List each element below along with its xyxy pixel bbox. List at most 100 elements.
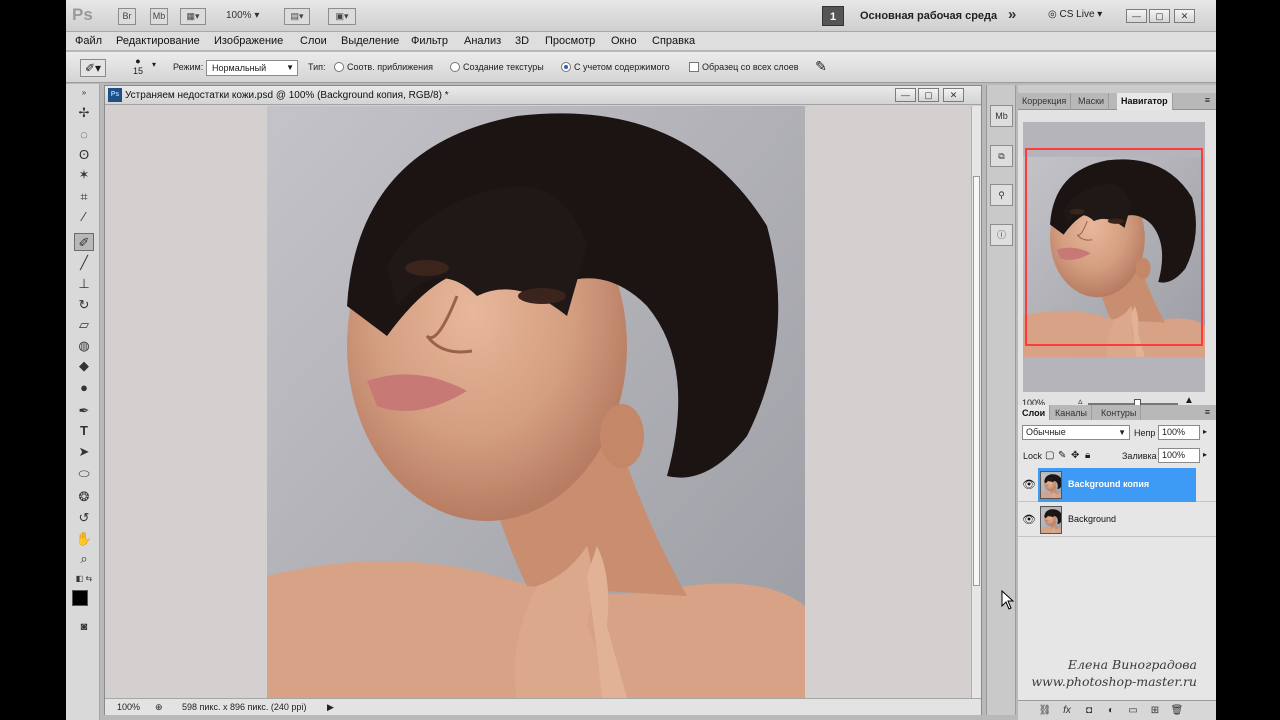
new-layer-icon[interactable]: ⊞ bbox=[1148, 704, 1162, 718]
layer-row-background[interactable]: 👁︎ Background bbox=[1018, 503, 1216, 537]
menu-help[interactable]: Справка bbox=[652, 35, 695, 47]
type-option-proximity[interactable]: Соотв. приближения bbox=[347, 62, 433, 72]
lock-position-icon[interactable]: ✥ bbox=[1071, 450, 1079, 461]
link-layers-icon[interactable]: ⛓ bbox=[1038, 704, 1052, 718]
doc-close-button[interactable]: ✕ bbox=[943, 88, 964, 102]
healing-brush-tool-icon[interactable]: ✐ bbox=[74, 233, 94, 251]
blend-mode-select[interactable]: Обычные ▼ bbox=[1022, 425, 1130, 440]
navigator-preview[interactable] bbox=[1023, 122, 1205, 392]
canvas-area[interactable] bbox=[105, 106, 971, 698]
blur-tool-icon[interactable]: ◆ bbox=[74, 357, 94, 375]
menu-layers[interactable]: Слои bbox=[300, 35, 327, 47]
move-tool-icon[interactable]: ✢ bbox=[74, 104, 94, 122]
type-radio-texture[interactable] bbox=[450, 62, 460, 72]
history-panel-icon[interactable]: ⧉ bbox=[990, 145, 1013, 167]
pressure-size-icon[interactable]: ✎ bbox=[812, 58, 830, 76]
lock-all-icon[interactable]: 🔒︎ bbox=[1085, 450, 1090, 461]
history-brush-tool-icon[interactable]: ↻ bbox=[74, 296, 94, 314]
type-radio-content-aware[interactable] bbox=[561, 62, 571, 72]
chevron-more-icon[interactable]: » bbox=[1008, 6, 1016, 23]
info-panel-icon[interactable]: ⓘ bbox=[990, 224, 1013, 246]
eyedropper-tool-icon[interactable]: ⁄ bbox=[74, 208, 94, 226]
menu-select[interactable]: Выделение bbox=[341, 35, 399, 47]
path-selection-tool-icon[interactable]: ➤ bbox=[74, 443, 94, 461]
eye-icon[interactable]: 👁︎ bbox=[1022, 478, 1036, 492]
arrange-documents-button[interactable]: ▤▾ bbox=[284, 8, 310, 25]
minibridge-button[interactable]: Mb bbox=[150, 8, 168, 25]
lock-pixels-icon[interactable]: ✎ bbox=[1058, 450, 1066, 461]
menu-analysis[interactable]: Анализ bbox=[464, 35, 501, 47]
dodge-tool-icon[interactable]: ● bbox=[74, 379, 94, 397]
menu-view[interactable]: Просмотр bbox=[545, 35, 595, 47]
pen-tool-icon[interactable]: ✒ bbox=[74, 402, 94, 420]
fill-field[interactable]: 100% bbox=[1158, 448, 1200, 463]
new-group-icon[interactable]: ▭ bbox=[1126, 704, 1140, 718]
brush-tool-icon[interactable]: ╱ bbox=[74, 254, 94, 272]
opacity-arrow-icon[interactable]: ▸ bbox=[1203, 427, 1207, 436]
adjustment-layer-icon[interactable]: ◐ bbox=[1104, 704, 1118, 718]
workspace-name[interactable]: Основная рабочая среда bbox=[860, 10, 997, 22]
ellipse-tool-icon[interactable]: ⬭ bbox=[74, 465, 94, 483]
hand-tool-icon[interactable]: ✋ bbox=[74, 530, 94, 548]
doc-minimize-button[interactable]: — bbox=[895, 88, 916, 102]
foreground-color-swatch[interactable] bbox=[72, 590, 88, 606]
tab-masks[interactable]: Маски bbox=[1074, 93, 1110, 110]
zoom-level-dropdown[interactable]: 100% ▾ bbox=[226, 10, 259, 21]
clone-stamp-tool-icon[interactable]: ⊥ bbox=[74, 275, 94, 293]
menu-edit[interactable]: Редактирование bbox=[116, 35, 200, 47]
opacity-field[interactable]: 100% bbox=[1158, 425, 1200, 440]
3d-orbit-tool-icon[interactable]: ↺ bbox=[74, 509, 94, 527]
cs-live-button[interactable]: ◎ CS Live ▾ bbox=[1048, 9, 1102, 20]
fx-icon[interactable]: fx bbox=[1060, 704, 1074, 718]
status-zoom[interactable]: 100% bbox=[117, 702, 140, 712]
extras-menu-button[interactable]: ▦▾ bbox=[180, 8, 206, 25]
actions-panel-icon[interactable]: ⚲ bbox=[990, 184, 1013, 206]
close-button[interactable]: ✕ bbox=[1174, 9, 1195, 23]
screen-mode-button[interactable]: ▣▾ bbox=[328, 8, 356, 25]
sample-all-layers-label[interactable]: Образец со всех слоев bbox=[702, 62, 799, 72]
layer-row-background-copy[interactable]: 👁︎ Background копия bbox=[1018, 468, 1216, 502]
lock-transparent-icon[interactable]: ▢ bbox=[1045, 450, 1054, 461]
eraser-tool-icon[interactable]: ▱ bbox=[74, 316, 94, 334]
toolbox-collapse-icon[interactable]: » bbox=[74, 84, 94, 102]
tab-corrections[interactable]: Коррекция bbox=[1018, 93, 1072, 110]
fill-arrow-icon[interactable]: ▸ bbox=[1203, 450, 1207, 459]
navigator-view-box[interactable] bbox=[1025, 148, 1203, 346]
paint-bucket-tool-icon[interactable]: ◍ bbox=[74, 337, 94, 355]
lasso-tool-icon[interactable]: ʘ bbox=[74, 146, 94, 164]
vertical-scrollbar[interactable] bbox=[971, 106, 981, 698]
mode-select[interactable]: Нормальный ▼ bbox=[206, 60, 298, 76]
brush-picker[interactable]: ● 15 bbox=[132, 56, 144, 76]
minibridge-panel-icon[interactable]: Mb bbox=[990, 105, 1013, 127]
layers-menu-icon[interactable]: ≡ bbox=[1205, 407, 1210, 417]
document-tab[interactable]: Ps Устраняем недостатки кожи.psd @ 100% … bbox=[105, 86, 981, 105]
menu-file[interactable]: Файл bbox=[75, 35, 102, 47]
menu-filter[interactable]: Фильтр bbox=[411, 35, 448, 47]
minimize-button[interactable]: — bbox=[1126, 9, 1147, 23]
bridge-button[interactable]: Br bbox=[118, 8, 136, 25]
quick-mask-icon[interactable]: ◙ bbox=[74, 618, 94, 636]
marquee-tool-icon[interactable]: ◌ bbox=[74, 126, 94, 144]
type-option-texture[interactable]: Создание текстуры bbox=[463, 62, 544, 72]
scrollbar-thumb[interactable] bbox=[973, 176, 980, 586]
type-radio-proximity[interactable] bbox=[334, 62, 344, 72]
menu-3d[interactable]: 3D bbox=[515, 35, 529, 47]
magic-wand-tool-icon[interactable]: ✶ bbox=[74, 166, 94, 184]
panel-menu-icon[interactable]: ≡ bbox=[1205, 95, 1210, 105]
photo-canvas[interactable] bbox=[267, 106, 805, 698]
3d-rotate-tool-icon[interactable]: ❂ bbox=[74, 488, 94, 506]
swap-colors-icon[interactable]: ◧ ⇆ bbox=[74, 570, 94, 588]
maximize-button[interactable]: ▢ bbox=[1149, 9, 1170, 23]
tab-navigator[interactable]: Навигатор bbox=[1117, 93, 1173, 110]
doc-maximize-button[interactable]: ▢ bbox=[918, 88, 939, 102]
delete-layer-icon[interactable]: 🗑︎ bbox=[1170, 704, 1184, 718]
type-option-content-aware[interactable]: С учетом содержимого bbox=[574, 62, 670, 72]
tool-preset-picker[interactable]: ✐▾ bbox=[80, 59, 106, 77]
menu-window[interactable]: Окно bbox=[611, 35, 637, 47]
status-menu-arrow-icon[interactable]: ▶ bbox=[327, 702, 334, 713]
add-mask-icon[interactable]: ◘ bbox=[1082, 704, 1096, 718]
brush-dropdown-icon[interactable]: ▾ bbox=[152, 60, 156, 69]
zoom-tool-icon[interactable]: ⌕ bbox=[74, 550, 94, 568]
sample-all-layers-checkbox[interactable] bbox=[689, 62, 699, 72]
eye-icon[interactable]: 👁︎ bbox=[1022, 513, 1036, 527]
